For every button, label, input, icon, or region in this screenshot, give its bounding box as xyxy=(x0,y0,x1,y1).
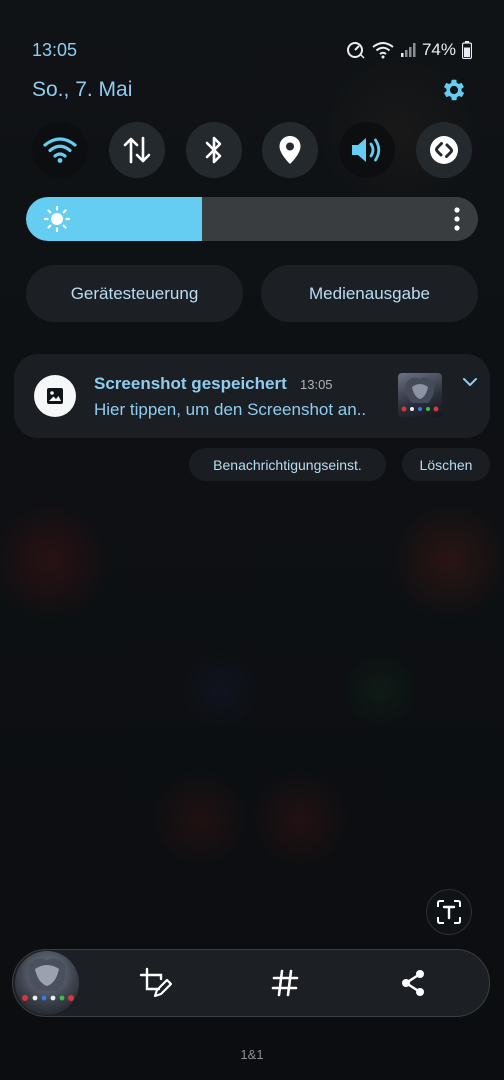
mobile-data-toggle[interactable] xyxy=(108,122,165,178)
nfc-icon xyxy=(346,42,365,59)
bluetooth-icon xyxy=(205,136,221,164)
data-arrows-icon xyxy=(123,136,151,164)
sun-icon xyxy=(44,206,70,232)
screenshot-toolbar xyxy=(12,949,490,1017)
date-label: So., 7. Mai xyxy=(32,78,133,101)
location-pin-icon xyxy=(279,136,301,164)
wifi-icon xyxy=(372,42,394,59)
device-control-button[interactable]: Gerätesteuerung xyxy=(26,265,243,322)
speaker-icon xyxy=(352,138,381,162)
bluetooth-toggle[interactable] xyxy=(185,122,242,178)
screenshot-notification[interactable]: Screenshot gespeichert 13:05 Hier tippen… xyxy=(14,354,490,438)
wifi-icon xyxy=(43,137,77,163)
notification-settings-button[interactable]: Benachrichtigungseinst. xyxy=(189,448,386,481)
battery-icon xyxy=(462,41,472,59)
notification-body: Hier tippen, um den Screenshot an.. xyxy=(94,400,367,419)
screenshot-preview[interactable] xyxy=(15,951,79,1015)
sound-toggle[interactable] xyxy=(339,122,396,178)
brightness-slider[interactable] xyxy=(26,197,478,241)
notification-title: Screenshot gespeichert xyxy=(94,374,287,393)
shazam-icon xyxy=(429,136,458,164)
signal-icon xyxy=(400,43,416,57)
gear-icon[interactable] xyxy=(440,76,468,104)
crop-edit-button[interactable] xyxy=(139,966,173,1000)
clear-button[interactable]: Löschen xyxy=(402,448,490,481)
shazam-toggle[interactable] xyxy=(415,122,472,178)
screenshot-thumbnail[interactable] xyxy=(398,373,442,417)
more-options-icon[interactable] xyxy=(454,207,460,231)
share-icon xyxy=(402,970,424,996)
quick-settings-row xyxy=(32,122,472,178)
hashtag-icon xyxy=(271,969,299,997)
status-icons: 74% xyxy=(346,40,472,60)
hashtag-button[interactable] xyxy=(268,966,302,1000)
crop-edit-icon xyxy=(139,967,173,998)
image-icon xyxy=(34,375,76,417)
wifi-toggle[interactable] xyxy=(32,122,88,178)
carrier-label: 1&1 xyxy=(240,1047,264,1062)
text-extract-button[interactable] xyxy=(426,889,472,935)
notification-time: 13:05 xyxy=(300,377,333,392)
text-scan-icon xyxy=(437,900,461,924)
chevron-down-icon[interactable] xyxy=(462,376,478,388)
battery-percent: 74% xyxy=(421,40,456,59)
location-toggle[interactable] xyxy=(262,122,319,178)
share-button[interactable] xyxy=(396,966,430,1000)
status-time: 13:05 xyxy=(32,40,78,60)
media-output-button[interactable]: Medienausgabe xyxy=(261,265,478,322)
